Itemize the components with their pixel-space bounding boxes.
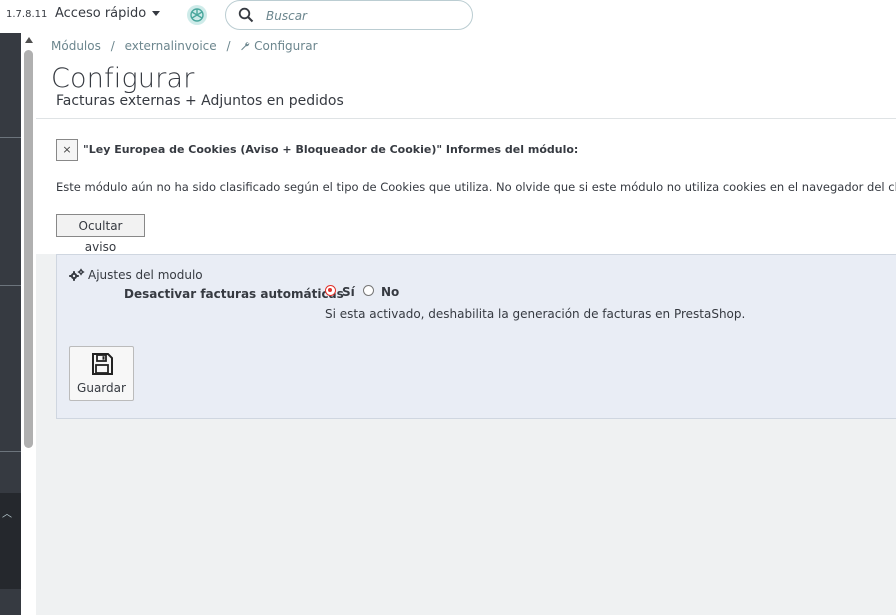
save-button[interactable]: Guardar — [69, 346, 134, 401]
notice-text: Este módulo aún no ha sido clasificado s… — [56, 180, 896, 194]
caret-down-icon — [152, 11, 161, 16]
breadcrumb-modules[interactable]: Módulos — [51, 39, 101, 53]
scroll-up-arrow-icon[interactable] — [25, 37, 33, 43]
page-subtitle: Facturas externas + Adjuntos en pedidos — [56, 93, 344, 109]
panel-heading-label: Ajustes del modulo — [88, 268, 203, 282]
hide-notice-button[interactable]: Ocultar aviso — [56, 214, 145, 254]
field-label-disable-invoices: Desactivar facturas automáticas — [124, 287, 344, 301]
field-help-text: Si esta activado, deshabilita la generac… — [325, 307, 746, 321]
radio-no[interactable] — [363, 285, 374, 296]
search-box[interactable] — [225, 0, 473, 30]
radio-yes[interactable] — [325, 285, 336, 296]
openai-logo-icon[interactable] — [186, 4, 208, 26]
wrench-icon — [241, 42, 250, 51]
breadcrumb-configurar: Configurar — [254, 39, 318, 53]
floppy-disk-icon — [92, 353, 113, 375]
notice-title: "Ley Europea de Cookies (Aviso + Bloquea… — [83, 143, 579, 156]
close-notice-button[interactable]: × — [56, 139, 78, 161]
cogs-icon — [69, 268, 85, 281]
search-icon[interactable] — [238, 7, 254, 23]
breadcrumb-separator: / — [226, 39, 231, 53]
sidebar-divider — [0, 137, 21, 138]
quick-access-label: Acceso rápido — [55, 6, 147, 21]
chevron-up-icon[interactable]: ︿ — [2, 505, 12, 520]
top-header: 1.7.8.11 Acceso rápido — [0, 0, 896, 32]
quick-access-dropdown[interactable]: Acceso rápido — [55, 6, 161, 21]
version-label: 1.7.8.11 — [6, 9, 48, 20]
breadcrumb: Módulos / externalinvoice / Configurar — [51, 39, 324, 53]
breadcrumb-separator: / — [110, 39, 115, 53]
search-input[interactable] — [264, 6, 468, 26]
radio-yes-label[interactable]: Sí — [342, 285, 355, 299]
breadcrumb-externalinvoice[interactable]: externalinvoice — [125, 39, 217, 53]
scrollbar-thumb[interactable] — [24, 50, 33, 448]
panel-heading: Ajustes del modulo — [69, 268, 203, 282]
radio-no-label[interactable]: No — [381, 285, 399, 299]
sidebar-divider — [0, 451, 21, 452]
sidebar-divider — [0, 285, 21, 286]
page-title: Configurar — [51, 63, 195, 94]
save-button-label: Guardar — [77, 381, 126, 395]
